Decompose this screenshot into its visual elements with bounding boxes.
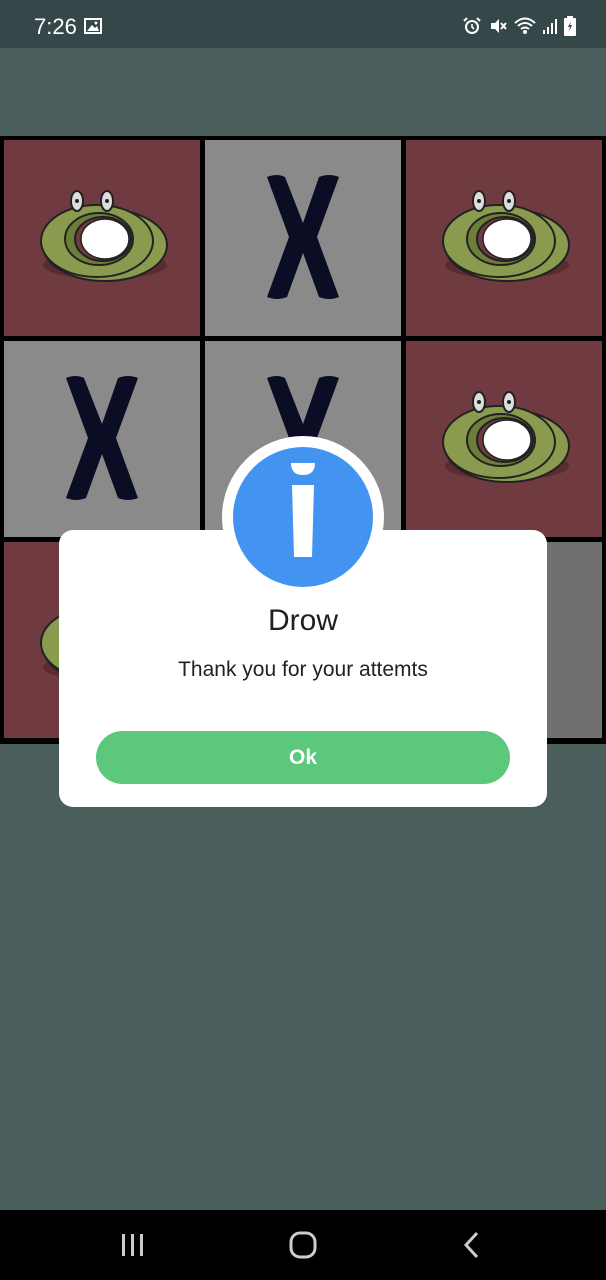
home-icon[interactable] — [283, 1228, 323, 1262]
board-cell-6[interactable] — [406, 341, 602, 537]
status-bar: 7:26 — [0, 0, 606, 48]
back-icon[interactable] — [452, 1228, 492, 1262]
status-icons — [462, 16, 576, 41]
wifi-icon — [514, 16, 536, 41]
o-mark-icon — [442, 391, 570, 483]
board-cell-3[interactable] — [406, 140, 602, 336]
dialog-message: Thank you for your attemts — [178, 658, 428, 681]
top-spacer — [0, 48, 606, 136]
recent-apps-icon[interactable] — [113, 1228, 153, 1262]
o-mark-icon — [442, 190, 570, 282]
x-mark-icon — [267, 175, 339, 299]
x-mark-icon — [66, 376, 138, 500]
battery-icon — [564, 16, 576, 41]
board-cell-2[interactable] — [205, 140, 401, 336]
mute-icon — [488, 16, 508, 41]
board-cell-1[interactable] — [4, 140, 200, 336]
ok-button[interactable]: Ok — [96, 731, 510, 784]
o-mark-icon — [40, 190, 168, 282]
signal-icon — [542, 17, 558, 40]
alarm-icon — [462, 16, 482, 41]
dialog-title: Drow — [267, 604, 338, 637]
navigation-bar — [0, 1210, 606, 1280]
info-icon-ring — [222, 436, 384, 598]
board-cell-4[interactable] — [4, 341, 200, 537]
status-time: 7:26 — [34, 14, 77, 39]
gallery-icon — [84, 18, 102, 39]
info-icon — [233, 447, 373, 587]
